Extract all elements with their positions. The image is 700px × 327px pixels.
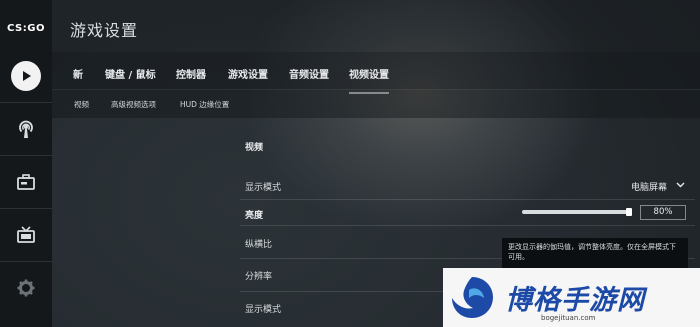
brightness-slider[interactable] [522,208,632,216]
watermark: 博格手游网 bogejituan.com [443,268,700,327]
brightness-tooltip: 更改显示器的伽玛值，调节整体亮度。仅在全屏模式下可用。 [502,238,688,269]
page-title: 游戏设置 [70,21,139,40]
csgo-logo: CS:GO [6,20,46,36]
watermark-logo-icon [452,277,493,318]
subtab-hud-edge[interactable]: HUD 边缘位置 [180,99,229,110]
tab-controller[interactable]: 控制器 [176,66,206,81]
logo-text: CS:GO [7,22,45,34]
top-bar [52,0,700,52]
sidebar-item-watch[interactable] [0,103,52,155]
broadcast-icon [19,120,33,138]
tab-game-settings[interactable]: 游戏设置 [228,66,268,81]
video-subtabs: 视频 高级视频选项 HUD 边缘位置 [52,90,700,118]
display-mode-row[interactable]: 显示模式 电脑屏幕 [240,173,695,200]
play-icon [11,61,41,91]
sidebar-item-tv[interactable] [0,209,52,261]
resolution-label: 分辨率 [245,272,273,282]
brightness-row: 亮度 80% [240,200,695,226]
brightness-value-input[interactable]: 80% [640,205,686,220]
sidebar-item-inventory[interactable] [0,156,52,208]
tab-new[interactable]: 新 [73,66,83,81]
sidebar-item-play[interactable] [0,50,52,102]
subtab-advanced-video[interactable]: 高级视频选项 [111,99,156,110]
display-mode-value[interactable]: 电脑屏幕 [631,180,667,193]
tab-keyboard-mouse[interactable]: 键盘 / 鼠标 [105,66,156,81]
settings-tabs: 新 键盘 / 鼠标 控制器 游戏设置 音频设置 视频设置 [52,52,700,94]
tv-icon [17,226,35,243]
gear-icon [17,279,35,297]
sidebar: CS:GO [0,0,52,327]
chevron-down-icon[interactable] [676,182,685,188]
display-mode-label: 显示模式 [245,183,282,193]
section-title: 视频 [245,143,264,153]
watermark-url: bogejituan.com [541,314,596,322]
brightness-slider-handle[interactable] [626,208,632,216]
brightness-label: 亮度 [245,211,264,221]
subtab-video[interactable]: 视频 [74,99,89,110]
inventory-icon [17,174,35,190]
sidebar-item-settings[interactable] [0,262,52,314]
aspect-ratio-label: 纵横比 [245,240,273,250]
display-mode-2-label: 显示模式 [245,305,282,315]
tab-audio-settings[interactable]: 音频设置 [289,66,329,81]
watermark-brand: 博格手游网 [505,285,645,316]
